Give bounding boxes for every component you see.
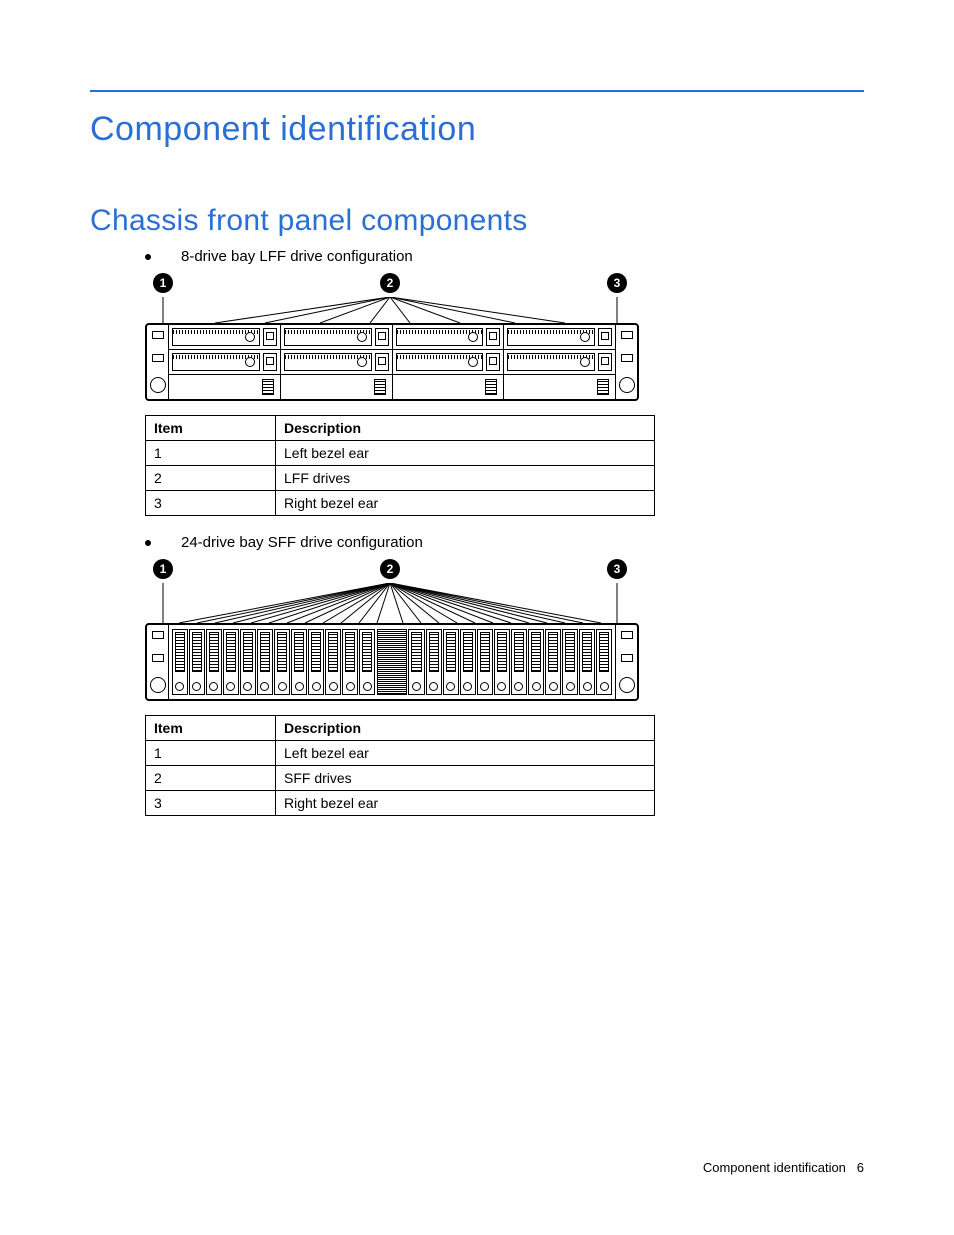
sff-drive-slot: [511, 629, 527, 695]
sff-drive-slot: [460, 629, 476, 695]
table-lff: Item Description 1Left bezel ear 2LFF dr…: [145, 415, 655, 516]
chassis-sff: [145, 623, 639, 701]
sff-drive-slot: [596, 629, 612, 695]
sff-drive-slot: [408, 629, 424, 695]
sff-drive-slot: [274, 629, 290, 695]
sff-center-panel: [377, 629, 407, 695]
table-row: 3Right bezel ear: [146, 791, 655, 816]
sff-drive-slot: [206, 629, 222, 695]
bullet-sff: 24-drive bay SFF drive configuration: [145, 534, 864, 551]
sff-drive-slot: [240, 629, 256, 695]
bullet-lff: 8-drive bay LFF drive configuration: [145, 248, 864, 265]
right-bezel-ear: [615, 625, 637, 699]
table-row: 1Left bezel ear: [146, 741, 655, 766]
sff-drive-slot: [494, 629, 510, 695]
table-row: 3Right bezel ear: [146, 491, 655, 516]
sff-drive-slot: [562, 629, 578, 695]
callout-2: 2: [380, 273, 400, 293]
left-bezel-ear: [147, 625, 169, 699]
sff-drive-slot: [189, 629, 205, 695]
diagram-lff: 1 2 3: [145, 273, 635, 401]
sff-drive-slot: [359, 629, 375, 695]
th-item: Item: [146, 716, 276, 741]
table-row: 2LFF drives: [146, 466, 655, 491]
diagram-sff: 1 2 3: [145, 559, 635, 701]
right-bezel-ear: [615, 325, 637, 399]
bullet-icon: [145, 254, 151, 260]
callout-1: 1: [153, 559, 173, 579]
sff-drive-slot: [477, 629, 493, 695]
sff-drive-slot: [172, 629, 188, 695]
sff-drive-slot: [545, 629, 561, 695]
sff-drive-slot: [223, 629, 239, 695]
table-row: 1Left bezel ear: [146, 441, 655, 466]
th-item: Item: [146, 416, 276, 441]
sff-drive-slot: [579, 629, 595, 695]
bullet-text: 24-drive bay SFF drive configuration: [181, 534, 423, 551]
top-rule: [90, 90, 864, 92]
footer-page: 6: [857, 1160, 864, 1175]
page-title: Component identification: [90, 110, 864, 149]
sff-drive-slot: [291, 629, 307, 695]
bullet-icon: [145, 540, 151, 546]
sff-drive-slot: [426, 629, 442, 695]
sff-drive-slot: [257, 629, 273, 695]
callout-2: 2: [380, 559, 400, 579]
chassis-lff: [145, 323, 639, 401]
bullet-text: 8-drive bay LFF drive configuration: [181, 248, 413, 265]
th-desc: Description: [276, 716, 655, 741]
sff-drive-slot: [443, 629, 459, 695]
section-title: Chassis front panel components: [90, 204, 864, 238]
callout-1: 1: [153, 273, 173, 293]
th-desc: Description: [276, 416, 655, 441]
footer-label: Component identification: [703, 1160, 846, 1175]
left-bezel-ear: [147, 325, 169, 399]
page-footer: Component identification 6: [703, 1160, 864, 1175]
callout-3: 3: [607, 559, 627, 579]
table-sff: Item Description 1Left bezel ear 2SFF dr…: [145, 715, 655, 816]
callout-3: 3: [607, 273, 627, 293]
sff-drive-slot: [528, 629, 544, 695]
sff-drive-slot: [325, 629, 341, 695]
table-row: 2SFF drives: [146, 766, 655, 791]
sff-drive-slot: [308, 629, 324, 695]
sff-drive-slot: [342, 629, 358, 695]
